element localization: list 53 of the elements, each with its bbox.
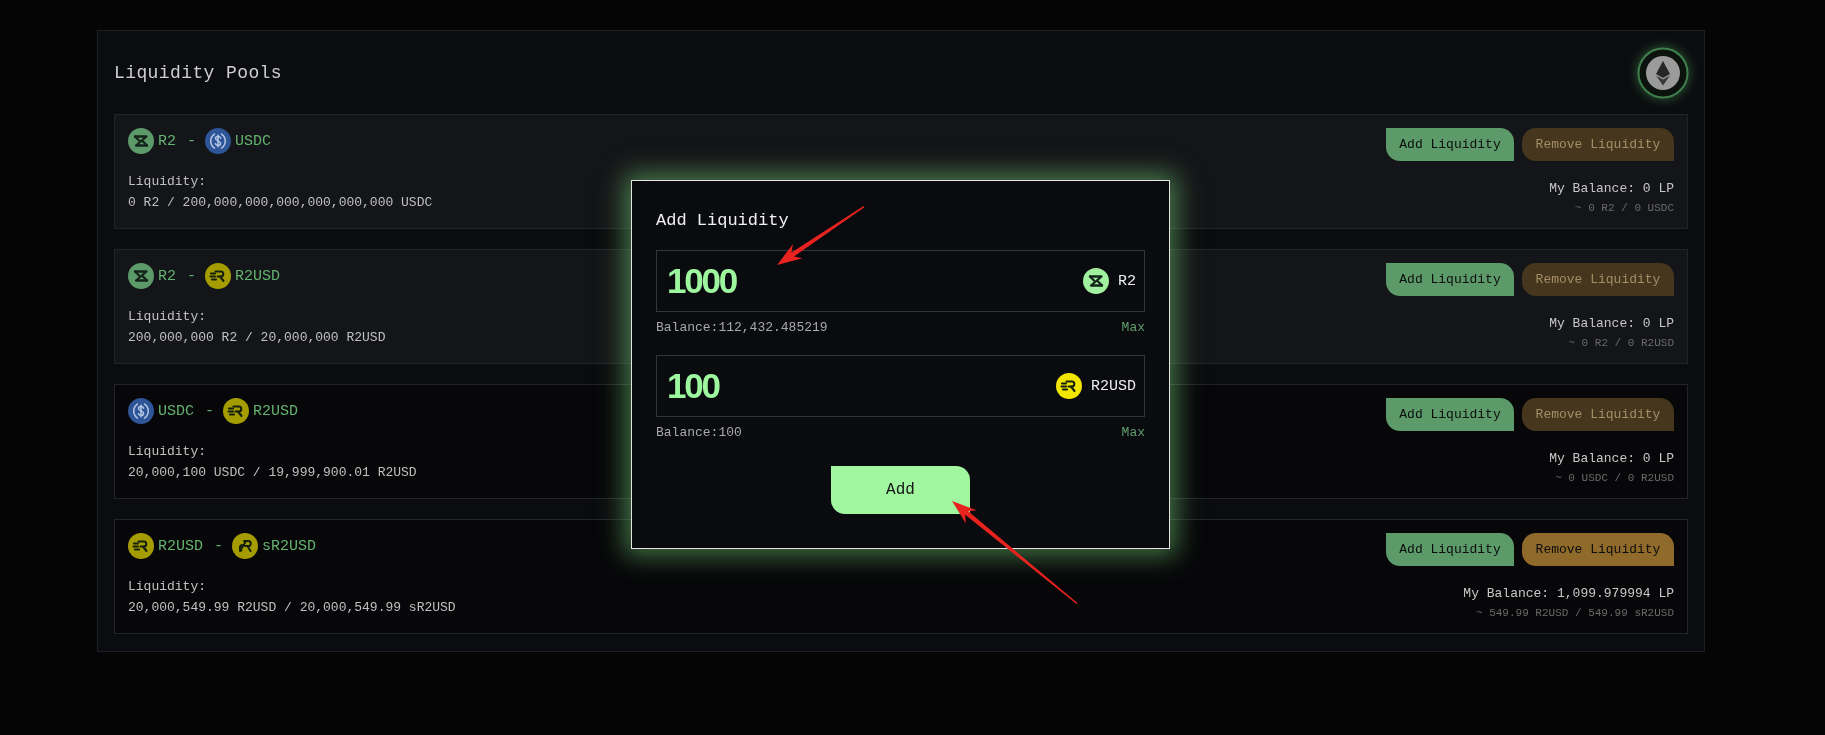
add-liquidity-button[interactable]: Add Liquidity — [1386, 398, 1514, 431]
token-symbol: R2USD — [1091, 377, 1136, 395]
token-symbol: USDC — [235, 132, 272, 150]
token-symbol: R2USD — [253, 402, 299, 420]
pair-separator: - — [187, 267, 197, 285]
r2-logo-icon — [128, 128, 154, 154]
sr2usd-logo-icon — [232, 533, 259, 559]
lp-balance: My Balance: 1,099.979994 LP — [1463, 585, 1674, 603]
lp-balance: My Balance: 0 LP — [1549, 450, 1674, 468]
wallet-balance: Balance:112,432.485219 — [656, 320, 828, 336]
add-button[interactable]: Add — [831, 466, 970, 514]
dollar-coin-icon — [128, 398, 154, 424]
liquidity-label: Liquidity: — [128, 578, 207, 596]
pair-separator: - — [187, 132, 197, 150]
max-button[interactable]: Max — [1121, 425, 1145, 441]
wallet-balance: Balance:100 — [656, 425, 742, 441]
liquidity-amount: 20,000,100 USDC / 19,999,900.01 R2USD — [128, 464, 417, 482]
liquidity-label: Liquidity: — [128, 173, 207, 191]
balance-breakdown: ~ 0 R2 / 0 USDC — [1574, 201, 1674, 216]
dialog-title: Add Liquidity — [656, 210, 790, 232]
balance-breakdown: ~ 549.99 R2USD / 549.99 sR2USD — [1475, 606, 1674, 621]
balance-breakdown: ~ 0 USDC / 0 R2USD — [1555, 471, 1674, 486]
token-symbol: R2USD — [235, 267, 281, 285]
add-liquidity-button[interactable]: Add Liquidity — [1386, 263, 1514, 296]
r2-logo-icon — [128, 263, 154, 289]
token-symbol: R2 — [158, 132, 176, 150]
token-symbol: sR2USD — [262, 537, 317, 555]
token-symbol: R2USD — [158, 537, 203, 555]
liquidity-amount: 0 R2 / 200,000,000,000,000,000,000 USDC — [128, 194, 433, 212]
add-liquidity-button[interactable]: Add Liquidity — [1386, 533, 1514, 566]
r2usd-logo-icon — [128, 533, 154, 559]
lp-balance: My Balance: 0 LP — [1549, 315, 1674, 333]
pair-separator: - — [205, 402, 215, 420]
r2usd-logo-icon — [1056, 373, 1082, 399]
balance-breakdown: ~ 0 R2 / 0 R2USD — [1568, 336, 1674, 351]
lp-balance: My Balance: 0 LP — [1549, 180, 1674, 198]
pair-separator: - — [214, 537, 224, 555]
max-button[interactable]: Max — [1121, 320, 1145, 336]
liquidity-amount: 200,000,000 R2 / 20,000,000 R2USD — [128, 329, 386, 347]
token-symbol: R2 — [158, 267, 176, 285]
ethereum-icon[interactable] — [1637, 46, 1689, 99]
token-symbol: USDC — [158, 402, 194, 420]
add-liquidity-button[interactable]: Add Liquidity — [1386, 128, 1514, 161]
r2usd-logo-icon — [205, 263, 232, 289]
liquidity-label: Liquidity: — [128, 443, 207, 461]
remove-liquidity-button[interactable]: Remove Liquidity — [1522, 533, 1674, 566]
dollar-coin-icon — [205, 128, 232, 154]
token-symbol: R2 — [1118, 272, 1136, 290]
page-title: Liquidity Pools — [114, 62, 283, 83]
r2usd-logo-icon — [223, 398, 250, 424]
liquidity-label: Liquidity: — [128, 308, 207, 326]
r2-logo-icon — [1083, 268, 1109, 294]
liquidity-amount: 20,000,549.99 R2USD / 20,000,549.99 sR2USD — [128, 599, 456, 617]
